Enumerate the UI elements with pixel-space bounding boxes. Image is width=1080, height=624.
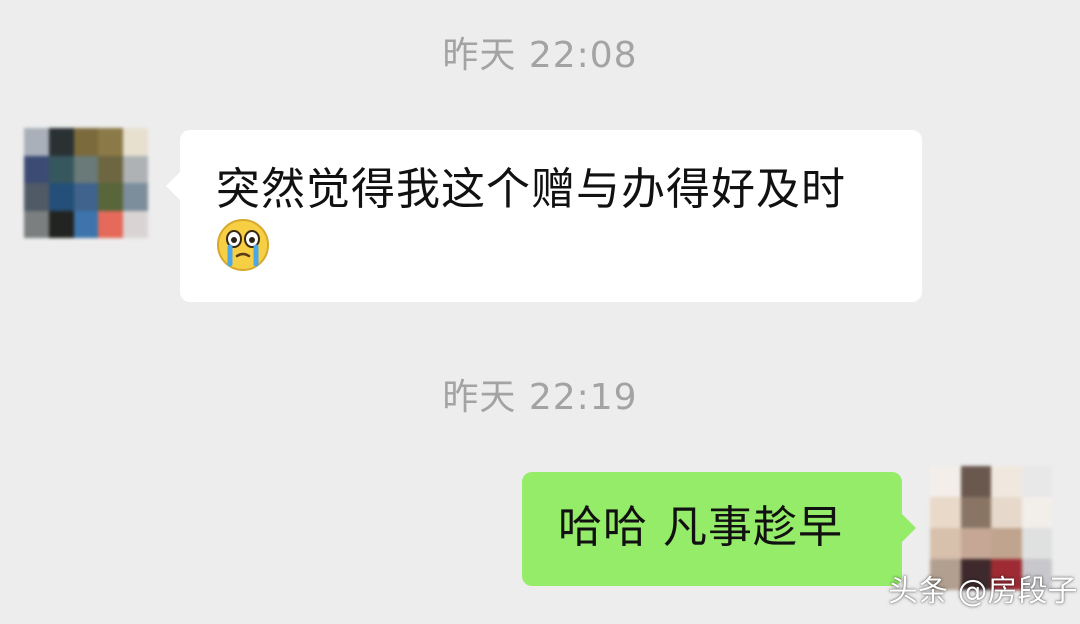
my-avatar[interactable] <box>930 466 1052 590</box>
incoming-message-text: 突然觉得我这个赠与办得好及时 <box>216 164 846 215</box>
timestamp: 昨天 22:19 <box>442 377 638 418</box>
incoming-message-bubble[interactable]: 突然觉得我这个赠与办得好及时 <box>166 130 922 302</box>
watermark: 头条 @房段子 <box>888 574 1078 609</box>
timestamp: 昨天 22:08 <box>442 35 638 76</box>
outgoing-message-text: 哈哈 凡事趁早 <box>558 502 843 553</box>
outgoing-message-bubble[interactable]: 哈哈 凡事趁早 <box>522 472 916 586</box>
contact-avatar[interactable] <box>24 128 148 238</box>
crying-face-icon <box>217 219 269 271</box>
